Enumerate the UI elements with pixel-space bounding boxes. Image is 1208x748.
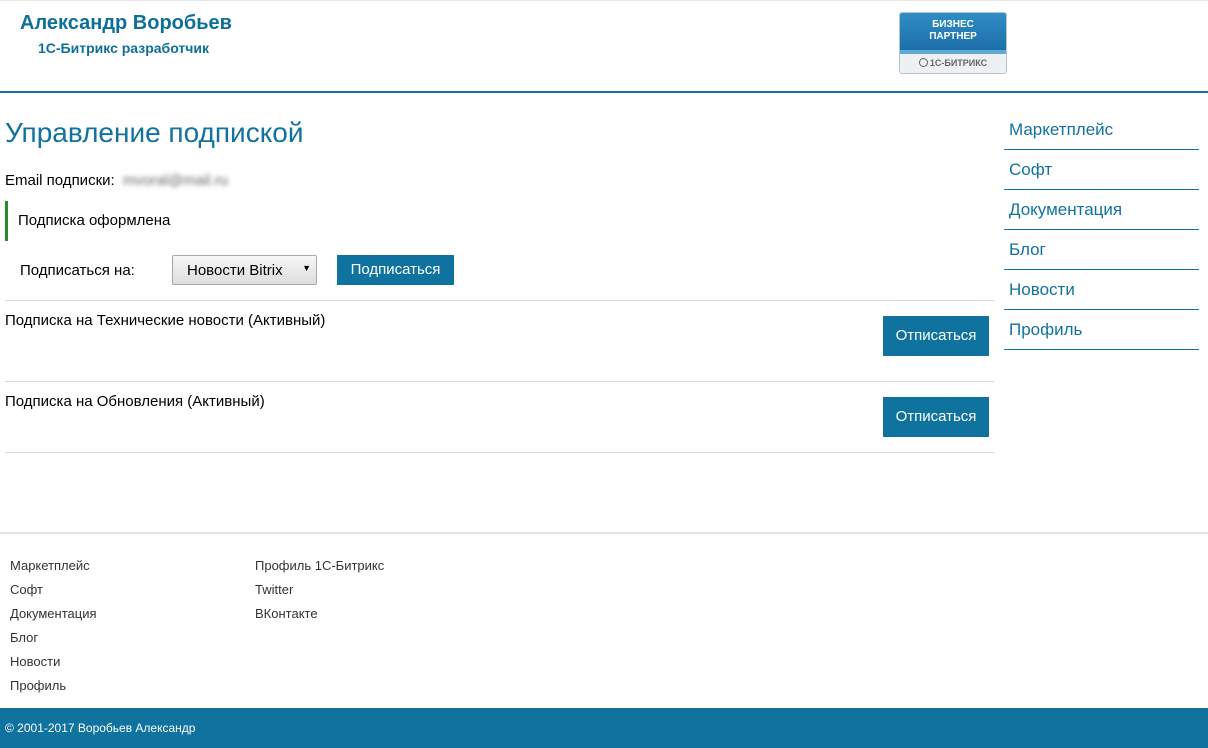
nav-item-docs[interactable]: Документация <box>1004 190 1199 230</box>
nav-item-profile[interactable]: Профиль <box>1004 310 1199 350</box>
footer-column-2: Профиль 1С-Битрикс Twitter ВКонтакте <box>255 554 384 626</box>
nav-item-news[interactable]: Новости <box>1004 270 1199 310</box>
business-partner-badge[interactable]: БИЗНЕС ПАРТНЕР 1С-БИТРИКС <box>899 12 1007 74</box>
subscription-item-text: Подписка на Обновления (Активный) <box>5 393 265 410</box>
success-notice: Подписка оформлена <box>5 201 305 241</box>
nav-item-soft[interactable]: Софт <box>1004 150 1199 190</box>
unsubscribe-button[interactable]: Отписаться <box>883 316 989 356</box>
divider <box>5 381 994 382</box>
footer-column-1: Маркетплейс Софт Документация Блог Новос… <box>10 554 97 698</box>
footer-link-soft[interactable]: Софт <box>10 578 97 602</box>
dropdown-arrow-icon: ▼ <box>302 263 311 273</box>
site-header: Александр Воробьев 1С-Битрикс разработчи… <box>0 0 1208 93</box>
badge-brand: 1С-БИТРИКС <box>900 54 1006 73</box>
page-title: Управление подпиской <box>5 117 304 148</box>
subscription-select[interactable]: Новости Bitrix ▼ <box>172 255 317 285</box>
site-footer: Маркетплейс Софт Документация Блог Новос… <box>0 532 1208 708</box>
right-nav: Маркетплейс Софт Документация Блог Новос… <box>1004 110 1199 350</box>
copyright-bar: © 2001-2017 Воробьев Александр <box>0 708 1208 748</box>
site-subtitle: 1С-Битрикс разработчик <box>38 40 209 56</box>
badge-title: БИЗНЕС ПАРТНЕР <box>900 13 1006 50</box>
subscribe-label: Подписаться на: <box>20 262 135 279</box>
notice-text: Подписка оформлена <box>18 212 171 229</box>
subscribe-button[interactable]: Подписаться <box>337 255 454 285</box>
email-value: mvoral@mail.ru <box>122 172 229 189</box>
footer-link-vkontakte[interactable]: ВКонтакте <box>255 602 384 626</box>
footer-link-profile[interactable]: Профиль <box>10 674 97 698</box>
email-label: Email подписки: <box>5 172 115 189</box>
footer-link-bitrix-profile[interactable]: Профиль 1С-Битрикс <box>255 554 384 578</box>
select-value: Новости Bitrix <box>187 262 283 279</box>
nav-item-marketplace[interactable]: Маркетплейс <box>1004 110 1199 150</box>
email-row: Email подписки: mvoral@mail.ru <box>5 172 228 189</box>
divider <box>5 300 994 301</box>
bitrix-logo-icon <box>918 58 928 67</box>
footer-link-blog[interactable]: Блог <box>10 626 97 650</box>
footer-link-marketplace[interactable]: Маркетплейс <box>10 554 97 578</box>
footer-link-docs[interactable]: Документация <box>10 602 97 626</box>
footer-link-news[interactable]: Новости <box>10 650 97 674</box>
footer-link-twitter[interactable]: Twitter <box>255 578 384 602</box>
divider <box>5 452 994 453</box>
site-name-link[interactable]: Александр Воробьев <box>20 12 232 35</box>
copyright-text: © 2001-2017 Воробьев Александр <box>5 721 196 735</box>
subscription-item-text: Подписка на Технические новости (Активны… <box>5 312 326 329</box>
nav-item-blog[interactable]: Блог <box>1004 230 1199 270</box>
unsubscribe-button[interactable]: Отписаться <box>883 397 989 437</box>
